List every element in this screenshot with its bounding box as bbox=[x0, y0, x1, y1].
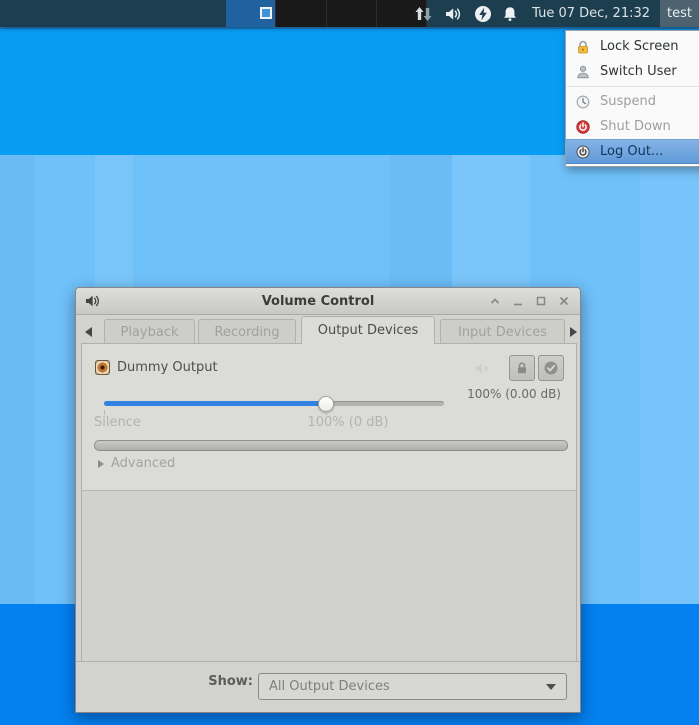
scale-label-silence: Silence bbox=[94, 415, 141, 430]
window-footer: Show: All Output Devices bbox=[76, 661, 580, 712]
tab-scroll-right-button[interactable] bbox=[567, 325, 579, 339]
show-filter-combobox[interactable]: All Output Devices bbox=[258, 673, 567, 700]
combobox-value: All Output Devices bbox=[269, 679, 390, 694]
lock-icon bbox=[515, 361, 529, 375]
wallpaper-streak bbox=[640, 155, 699, 604]
window-titlebar[interactable]: Volume Control bbox=[76, 288, 580, 315]
checkmark-icon bbox=[543, 360, 559, 376]
device-dummy-output: Dummy Output 100% (0.00 dB) bbox=[82, 344, 576, 491]
system-tray: Tue 07 Dec, 21:32 test bbox=[409, 0, 699, 27]
menu-separator bbox=[567, 86, 699, 87]
show-label: Show: bbox=[208, 674, 253, 689]
workspace-pager bbox=[226, 0, 427, 27]
tab-scroll-left-button[interactable] bbox=[82, 325, 94, 339]
user-menu-button[interactable]: test bbox=[660, 0, 699, 27]
menu-item-label: Suspend bbox=[600, 94, 656, 109]
tab-output-devices[interactable]: Output Devices bbox=[301, 316, 435, 344]
panel-clock[interactable]: Tue 07 Dec, 21:32 bbox=[523, 6, 660, 21]
lock-channels-button[interactable] bbox=[509, 355, 535, 381]
network-arrows-icon[interactable] bbox=[409, 0, 439, 27]
output-devices-panel: Dummy Output 100% (0.00 dB) bbox=[81, 343, 577, 662]
volume-slider-fill bbox=[104, 401, 326, 406]
maximize-button[interactable] bbox=[534, 294, 548, 308]
audio-card-icon bbox=[95, 360, 110, 375]
lock-icon bbox=[575, 39, 591, 55]
menu-item-suspend[interactable]: Suspend bbox=[566, 89, 699, 114]
tab-label: Output Devices bbox=[318, 323, 419, 338]
workspace-2[interactable] bbox=[276, 0, 326, 27]
scale-label-100: 100% (0 dB) bbox=[307, 415, 388, 430]
audio-volume-icon[interactable] bbox=[439, 0, 469, 27]
tab-label: Input Devices bbox=[458, 325, 547, 340]
advanced-label: Advanced bbox=[111, 456, 175, 471]
notification-bell-icon[interactable] bbox=[497, 0, 523, 27]
volume-slider[interactable] bbox=[104, 401, 444, 406]
top-panel: Tue 07 Dec, 21:32 test bbox=[0, 0, 699, 27]
suspend-clock-icon bbox=[575, 94, 591, 110]
minimize-button[interactable] bbox=[511, 294, 525, 308]
advanced-expander[interactable]: Advanced bbox=[98, 456, 175, 471]
workspace-window-thumbnail bbox=[260, 7, 272, 19]
logout-icon bbox=[575, 144, 591, 160]
menu-item-shut-down[interactable]: Shut Down bbox=[566, 114, 699, 139]
tab-label: Playback bbox=[120, 325, 178, 340]
workspace-1[interactable] bbox=[226, 0, 276, 27]
expander-triangle-icon bbox=[98, 460, 104, 468]
set-default-button[interactable] bbox=[538, 355, 564, 381]
device-name: Dummy Output bbox=[117, 360, 218, 375]
tab-label: Recording bbox=[214, 325, 279, 340]
volume-value: 100% (0.00 dB) bbox=[467, 387, 561, 401]
menu-item-label: Shut Down bbox=[600, 119, 671, 134]
workspace-3[interactable] bbox=[327, 0, 377, 27]
menu-item-lock-screen[interactable]: Lock Screen bbox=[566, 34, 699, 59]
chevron-down-icon bbox=[546, 684, 556, 690]
volume-control-window: Volume Control Playback Recording Output… bbox=[75, 287, 581, 713]
menu-item-log-out[interactable]: Log Out... bbox=[566, 139, 699, 164]
wallpaper-streak bbox=[0, 155, 34, 604]
muted-speaker-icon bbox=[475, 360, 490, 379]
peak-level-meter bbox=[94, 440, 568, 451]
menu-item-label: Log Out... bbox=[600, 144, 663, 159]
menu-item-switch-user[interactable]: Switch User bbox=[566, 59, 699, 84]
menu-item-label: Switch User bbox=[600, 64, 677, 79]
chevron-right-icon bbox=[570, 327, 577, 337]
switch-user-icon bbox=[575, 64, 591, 80]
tab-bar: Playback Recording Output Devices Input … bbox=[76, 315, 580, 344]
session-menu: Lock Screen Switch User Suspend Shut Dow… bbox=[565, 30, 699, 167]
chevron-left-icon bbox=[85, 327, 92, 337]
shade-button[interactable] bbox=[488, 294, 502, 308]
tab-recording[interactable]: Recording bbox=[198, 319, 296, 344]
window-title: Volume Control bbox=[171, 294, 465, 309]
power-manager-icon[interactable] bbox=[469, 0, 497, 27]
tab-playback[interactable]: Playback bbox=[104, 319, 195, 344]
menu-item-label: Lock Screen bbox=[600, 39, 678, 54]
speaker-window-icon bbox=[84, 293, 100, 309]
shutdown-icon bbox=[575, 119, 591, 135]
tab-input-devices[interactable]: Input Devices bbox=[440, 319, 565, 344]
close-button[interactable] bbox=[557, 294, 571, 308]
